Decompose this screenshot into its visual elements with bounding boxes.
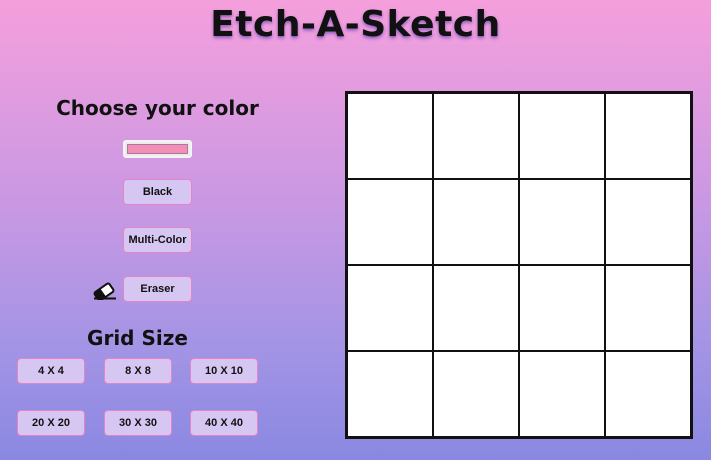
grid-cell[interactable]	[347, 265, 433, 351]
grid-cell[interactable]	[347, 351, 433, 437]
color-picker-input[interactable]	[123, 140, 192, 158]
grid-30x30-button[interactable]: 30 X 30	[104, 410, 172, 436]
grid-cell[interactable]	[519, 179, 605, 265]
app-title: Etch-A-Sketch	[210, 4, 501, 45]
grid-cell[interactable]	[605, 351, 691, 437]
grid-4x4-button[interactable]: 4 X 4	[17, 358, 85, 384]
color-swatch	[127, 144, 188, 154]
grid-20x20-button[interactable]: 20 X 20	[17, 410, 85, 436]
grid-cell[interactable]	[433, 351, 519, 437]
eraser-button[interactable]: Eraser	[123, 276, 192, 302]
grid-8x8-button[interactable]: 8 X 8	[104, 358, 172, 384]
multi-color-button[interactable]: Multi-Color	[123, 227, 192, 253]
grid-cell[interactable]	[433, 179, 519, 265]
grid-cell[interactable]	[347, 93, 433, 179]
grid-10x10-button[interactable]: 10 X 10	[190, 358, 258, 384]
grid-cell[interactable]	[519, 265, 605, 351]
grid-cell[interactable]	[519, 351, 605, 437]
choose-color-heading: Choose your color	[56, 96, 259, 120]
grid-cell[interactable]	[347, 179, 433, 265]
sketch-canvas[interactable]	[345, 91, 693, 439]
grid-cell[interactable]	[433, 93, 519, 179]
grid-size-heading: Grid Size	[87, 326, 188, 350]
black-button[interactable]: Black	[123, 179, 192, 205]
grid-cell[interactable]	[519, 93, 605, 179]
grid-40x40-button[interactable]: 40 X 40	[190, 410, 258, 436]
grid-cell[interactable]	[433, 265, 519, 351]
eraser-icon	[92, 280, 118, 302]
grid-cell[interactable]	[605, 179, 691, 265]
grid-cell[interactable]	[605, 93, 691, 179]
grid-cell[interactable]	[605, 265, 691, 351]
